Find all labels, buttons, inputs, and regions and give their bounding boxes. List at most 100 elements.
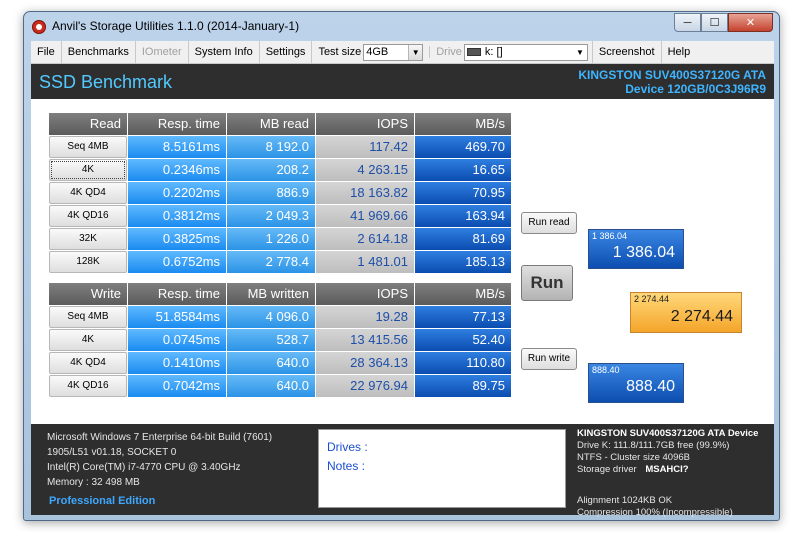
write-value-cell: 52.40 bbox=[415, 329, 511, 351]
write-test-button[interactable]: Seq 4MB bbox=[49, 306, 127, 328]
read-test-button[interactable]: 4K QD16 bbox=[49, 205, 127, 227]
menu-file[interactable]: File bbox=[31, 40, 62, 64]
read-value-cell: 18 163.82 bbox=[316, 182, 414, 204]
write-row: 4K 0.0745ms 528.7 13 415.56 52.40 bbox=[49, 329, 512, 351]
read-score-value: 1 386.04 bbox=[612, 244, 675, 261]
read-column-header: IOPS bbox=[316, 113, 414, 135]
device-info: KINGSTON SUV400S37120G ATA Device Drive … bbox=[577, 428, 773, 519]
device-line-1: KINGSTON SUV400S37120G ATA bbox=[578, 68, 766, 82]
device-info-free: Drive K: 111.8/111.7GB free (99.9%) bbox=[577, 440, 730, 451]
menu-iometer[interactable]: IOmeter bbox=[136, 40, 189, 64]
test-size-select[interactable]: 4GB ▼ bbox=[363, 43, 424, 61]
read-value-cell: 163.94 bbox=[415, 205, 511, 227]
menu-settings[interactable]: Settings bbox=[260, 40, 313, 64]
write-test-button[interactable]: 4K bbox=[49, 329, 127, 351]
menu-system-info[interactable]: System Info bbox=[189, 40, 260, 64]
write-column-header: Write bbox=[49, 283, 127, 305]
window-controls: ─ ☐ ✕ bbox=[674, 13, 773, 32]
read-test-button[interactable]: 4K bbox=[49, 159, 127, 181]
read-value-cell: 70.95 bbox=[415, 182, 511, 204]
write-score-value: 888.40 bbox=[626, 378, 675, 395]
read-test-button[interactable]: 128K bbox=[49, 251, 127, 273]
read-row: 4K QD16 0.3812ms 2 049.3 41 969.66 163.94 bbox=[49, 205, 512, 227]
total-score: 2 274.44 2 274.44 bbox=[630, 292, 742, 333]
write-value-cell: 28 364.13 bbox=[316, 352, 414, 374]
menu-help[interactable]: Help bbox=[662, 41, 697, 64]
read-value-cell: 0.3825ms bbox=[128, 228, 226, 250]
write-score-small: 888.40 bbox=[592, 365, 620, 375]
run-button[interactable]: Run bbox=[521, 265, 573, 301]
write-table: Write Resp. time MB written IOPS MB/s Seq 4MB… bbox=[49, 283, 512, 398]
write-column-header: IOPS bbox=[316, 283, 414, 305]
system-cpu: Intel(R) Core(TM) i7-4770 CPU @ 3.40GHz bbox=[47, 462, 241, 473]
device-info-driver: Storage driver MSAHCI? bbox=[577, 464, 773, 476]
menu-screenshot[interactable]: Screenshot bbox=[591, 40, 662, 64]
read-row: 128K 0.6752ms 2 778.4 1 481.01 185.13 bbox=[49, 251, 512, 273]
write-row: 4K QD4 0.1410ms 640.0 28 364.13 110.80 bbox=[49, 352, 512, 374]
system-os: Microsoft Windows 7 Enterprise 64-bit Bu… bbox=[47, 432, 273, 443]
read-row: 4K QD4 0.2202ms 886.9 18 163.82 70.95 bbox=[49, 182, 512, 204]
write-value-cell: 19.28 bbox=[316, 306, 414, 328]
drive-label: Drive bbox=[429, 46, 464, 58]
write-value-cell: 13 415.56 bbox=[316, 329, 414, 351]
read-value-cell: 117.42 bbox=[316, 136, 414, 158]
write-value-cell: 22 976.94 bbox=[316, 375, 414, 397]
read-column-header: Resp. time bbox=[128, 113, 226, 135]
chevron-down-icon: ▼ bbox=[408, 44, 423, 60]
write-test-button[interactable]: 4K QD4 bbox=[49, 352, 127, 374]
close-button[interactable]: ✕ bbox=[728, 13, 773, 32]
write-row: 4K QD16 0.7042ms 640.0 22 976.94 89.75 bbox=[49, 375, 512, 397]
minimize-button[interactable]: ─ bbox=[674, 13, 701, 32]
write-value-cell: 528.7 bbox=[227, 329, 315, 351]
read-row: 4K 0.2346ms 208.2 4 263.15 16.65 bbox=[49, 159, 512, 181]
footer-panel: Microsoft Windows 7 Enterprise 64-bit Bu… bbox=[31, 424, 774, 518]
run-write-button[interactable]: Run write bbox=[521, 348, 577, 370]
write-value-cell: 4 096.0 bbox=[227, 306, 315, 328]
device-name: KINGSTON SUV400S37120G ATA Device 120GB/… bbox=[578, 68, 766, 96]
client-area: File Benchmarks IOmeter System Info Sett… bbox=[31, 40, 774, 518]
maximize-button[interactable]: ☐ bbox=[701, 13, 728, 32]
read-value-cell: 16.65 bbox=[415, 159, 511, 181]
read-row: 32K 0.3825ms 1 226.0 2 614.18 81.69 bbox=[49, 228, 512, 250]
read-test-button[interactable]: Seq 4MB bbox=[49, 136, 127, 158]
read-value-cell: 0.6752ms bbox=[128, 251, 226, 273]
benchmark-header: SSD Benchmark KINGSTON SUV400S37120G ATA… bbox=[31, 65, 774, 99]
edition-label: Professional Edition bbox=[49, 495, 156, 507]
page-title: SSD Benchmark bbox=[39, 72, 173, 92]
read-value-cell: 41 969.66 bbox=[316, 205, 414, 227]
read-value-cell: 886.9 bbox=[227, 182, 315, 204]
drive-value: k: [] bbox=[484, 46, 503, 58]
read-test-button[interactable]: 4K QD4 bbox=[49, 182, 127, 204]
read-value-cell: 0.3812ms bbox=[128, 205, 226, 227]
drives-label: Drives : bbox=[327, 440, 368, 454]
read-value-cell: 8.5161ms bbox=[128, 136, 226, 158]
write-value-cell: 0.1410ms bbox=[128, 352, 226, 374]
read-test-button[interactable]: 32K bbox=[49, 228, 127, 250]
read-value-cell: 0.2202ms bbox=[128, 182, 226, 204]
notes-box[interactable]: Drives : Notes : bbox=[318, 429, 566, 508]
read-score-small: 1 386.04 bbox=[592, 231, 628, 241]
read-column-header: Read bbox=[49, 113, 127, 135]
title-bar[interactable]: Anvil's Storage Utilities 1.1.0 (2014-Ja… bbox=[24, 12, 779, 41]
menu-benchmarks[interactable]: Benchmarks bbox=[62, 40, 136, 64]
read-value-cell: 8 192.0 bbox=[227, 136, 315, 158]
system-info: Microsoft Windows 7 Enterprise 64-bit Bu… bbox=[47, 430, 272, 490]
storage-driver-label: Storage driver bbox=[577, 464, 637, 475]
device-line-2: Device 120GB/0C3J96R9 bbox=[625, 82, 766, 96]
device-info-alignment: Alignment 1024KB OK bbox=[577, 495, 673, 506]
read-value-cell: 0.2346ms bbox=[128, 159, 226, 181]
system-memory: Memory : 32 498 MB bbox=[47, 477, 140, 488]
read-value-cell: 81.69 bbox=[415, 228, 511, 250]
write-column-header: Resp. time bbox=[128, 283, 226, 305]
storage-driver-value: MSAHCI? bbox=[645, 464, 689, 475]
write-test-button[interactable]: 4K QD16 bbox=[49, 375, 127, 397]
write-column-header: MB written bbox=[227, 283, 315, 305]
run-read-button[interactable]: Run read bbox=[521, 212, 577, 234]
window-title: Anvil's Storage Utilities 1.1.0 (2014-Ja… bbox=[52, 19, 300, 33]
drive-select[interactable]: k: [] ▼ bbox=[463, 43, 588, 61]
read-score: 1 386.04 1 386.04 bbox=[588, 229, 684, 269]
read-value-cell: 2 778.4 bbox=[227, 251, 315, 273]
read-value-cell: 208.2 bbox=[227, 159, 315, 181]
system-bios: 1905/L51 v01.18, SOCKET 0 bbox=[47, 447, 177, 458]
drive-icon bbox=[466, 48, 481, 56]
